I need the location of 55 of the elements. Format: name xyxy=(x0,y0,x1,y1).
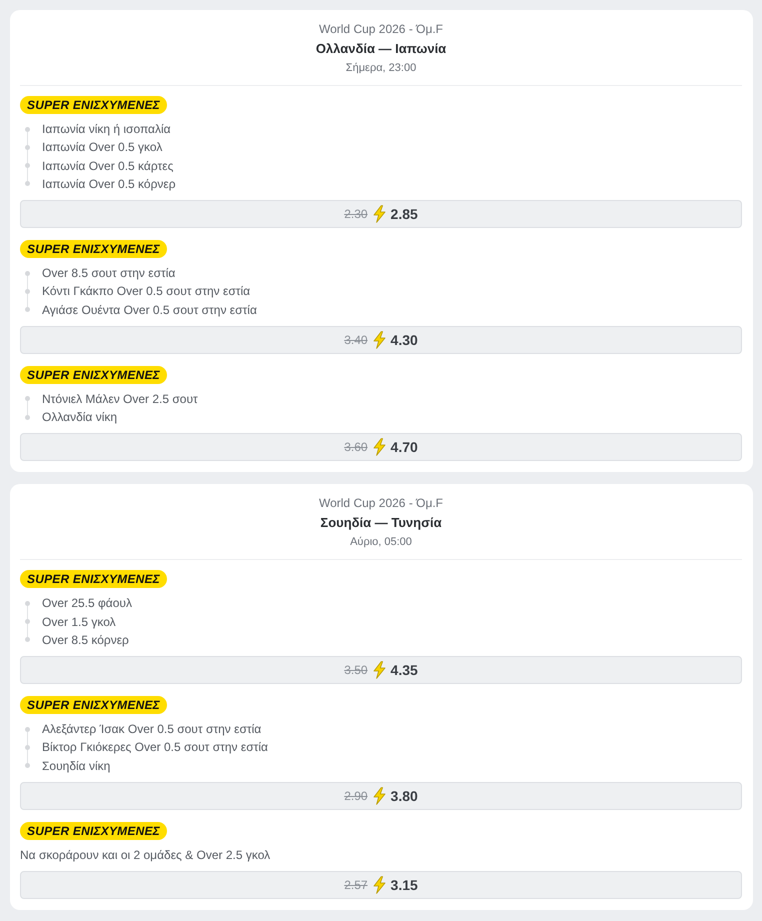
boost-badge: SUPER ΕΝΙΣΧΥΜΕΝΕΣ xyxy=(20,696,167,714)
selection-text: Ιαπωνία νίκη ή ισοπαλία xyxy=(42,122,171,136)
selection-text: Κόντι Γκάκπο Over 0.5 σουτ στην εστία xyxy=(42,284,250,298)
odds-button[interactable]: 3.60 4.70 xyxy=(20,433,742,462)
selection-text: Over 8.5 σουτ στην εστία xyxy=(42,266,176,280)
bullet-icon xyxy=(24,396,30,402)
bullet-icon xyxy=(24,726,30,732)
lightning-icon xyxy=(372,438,386,456)
lightning-icon xyxy=(372,330,386,349)
boost-badge: SUPER ΕΝΙΣΧΥΜΕΝΕΣ xyxy=(20,570,167,588)
selection-text: Over 25.5 φάουλ xyxy=(42,596,132,610)
selection-text: Over 1.5 γκολ xyxy=(42,614,116,629)
odds-button[interactable]: 3.40 4.30 xyxy=(20,326,742,354)
lightning-icon xyxy=(372,205,386,223)
bullet-icon xyxy=(24,126,30,132)
bullet-icon xyxy=(24,744,30,750)
selection-text: Να σκοράρουν και οι 2 ομάδες & Over 2.5 γκολ xyxy=(20,848,270,862)
selection-text: Ολλανδία νίκη xyxy=(42,410,118,424)
boost-badge: SUPER ΕΝΙΣΧΥΜΕΝΕΣ xyxy=(20,240,167,258)
competition-label: World Cup 2026 - Όμ.F xyxy=(318,495,444,512)
bullet-icon xyxy=(24,637,30,642)
boost-badge: SUPER ΕΝΙΣΧΥΜΕΝΕΣ xyxy=(20,822,167,840)
competition-label: World Cup 2026 - Όμ.F xyxy=(318,21,444,38)
bullet-icon xyxy=(24,600,30,606)
bullet-icon xyxy=(24,307,30,312)
odds-button[interactable]: 2.30 2.85 xyxy=(20,200,742,228)
lightning-icon xyxy=(372,876,386,894)
selection-text: Ιαπωνία Over 0.5 γκολ xyxy=(42,140,162,154)
bullet-icon xyxy=(24,144,30,150)
bullet-icon xyxy=(24,414,30,420)
odds-button[interactable]: 2.57 3.15 xyxy=(20,871,742,899)
selection-text: Βίκτορ Γκιόκερες Over 0.5 σουτ στην εστία xyxy=(42,740,268,754)
bullet-icon xyxy=(24,163,30,168)
match-title: Σουηδία — Τυνησία xyxy=(320,514,442,532)
selection-text: Σουηδία νίκη xyxy=(42,758,110,773)
selection-text: Αλεξάντερ Ίσακ Over 0.5 σουτ στην εστία xyxy=(42,722,262,736)
bullet-icon xyxy=(24,181,30,186)
bullet-icon xyxy=(24,270,30,276)
match-time: Αύριο, 05:00 xyxy=(350,535,412,550)
selection-text: Ιαπωνία Over 0.5 κάρτες xyxy=(42,158,174,173)
match-time: Σήμερα, 23:00 xyxy=(346,61,416,76)
boost-badge: SUPER ΕΝΙΣΧΥΜΕΝΕΣ xyxy=(20,366,167,384)
selection-text: Over 8.5 κόρνερ xyxy=(42,632,129,647)
lightning-icon xyxy=(372,786,386,805)
selection-text: Ιαπωνία Over 0.5 κόρνερ xyxy=(42,176,176,191)
match-title: Ολλανδία — Ιαπωνία xyxy=(316,40,446,58)
selection-text: Ντόνιελ Μάλεν Over 2.5 σουτ xyxy=(42,392,198,406)
boost-badge: SUPER ΕΝΙΣΧΥΜΕΝΕΣ xyxy=(20,96,167,114)
selection-text: Αγιάσε Ουέντα Over 0.5 σουτ στην εστία xyxy=(42,302,257,317)
odds-button[interactable]: 2.90 3.80 xyxy=(20,782,742,810)
odds-button[interactable]: 3.50 4.35 xyxy=(20,656,742,684)
lightning-icon xyxy=(372,661,386,679)
bullet-icon xyxy=(24,619,30,624)
bullet-icon xyxy=(24,288,30,294)
bullet-icon xyxy=(24,763,30,768)
